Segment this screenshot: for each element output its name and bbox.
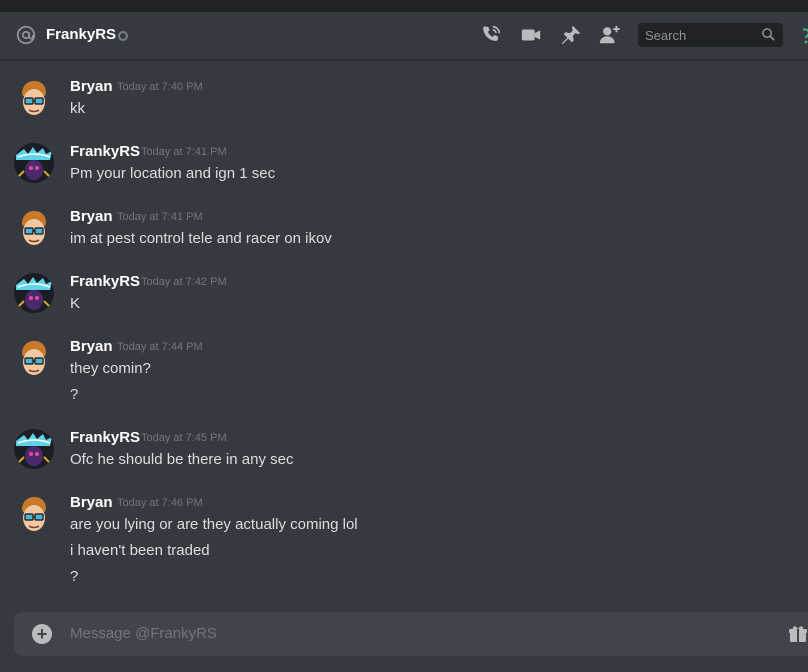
message-author[interactable]: FrankyRS (70, 143, 140, 160)
message-timestamp: Today at 7:42 PM (141, 276, 227, 288)
message-author[interactable]: Bryan (70, 208, 113, 225)
avatar-frankyrs[interactable] (14, 429, 54, 469)
message-text: K (70, 295, 81, 312)
video-camera-icon[interactable] (520, 24, 542, 46)
add-friend-icon[interactable] (599, 24, 621, 46)
avatar-bryan[interactable] (14, 338, 54, 378)
message-timestamp: Today at 7:45 PM (141, 432, 227, 444)
message-text: Pm your location and ign 1 sec (70, 165, 276, 182)
message-author[interactable]: Bryan (70, 78, 113, 95)
message-input-placeholder[interactable]: Message @FrankyRS (70, 625, 217, 642)
avatar-bryan[interactable] (14, 78, 54, 118)
avatar-frankyrs[interactable] (14, 273, 54, 313)
message-author[interactable]: FrankyRS (70, 273, 140, 290)
message-text: ? (70, 386, 79, 403)
help-icon[interactable] (800, 26, 808, 46)
window-top-strip (0, 0, 808, 12)
message-author[interactable]: Bryan (70, 494, 113, 511)
message-text: they comin? (70, 360, 151, 377)
pin-icon[interactable] (560, 24, 582, 46)
message-author[interactable]: FrankyRS (70, 429, 140, 446)
at-icon (16, 25, 36, 45)
message-text: are you lying or are they actually comin… (70, 516, 358, 533)
plus-circle-icon[interactable]: + (32, 624, 52, 644)
message-text: i haven't been traded (70, 542, 210, 559)
message-timestamp: Today at 7:46 PM (117, 497, 203, 509)
search-icon (762, 28, 775, 41)
message-timestamp: Today at 7:41 PM (141, 146, 227, 158)
search-box[interactable]: Search (638, 23, 783, 47)
status-dot-offline (118, 31, 128, 41)
search-placeholder: Search (645, 28, 687, 43)
message-text: kk (70, 100, 85, 117)
avatar-bryan[interactable] (14, 208, 54, 248)
phone-call-icon[interactable] (480, 24, 502, 46)
message-author[interactable]: Bryan (70, 338, 113, 355)
dm-username[interactable]: FrankyRS (46, 26, 116, 43)
channel-header: FrankyRS Search (0, 12, 808, 60)
message-timestamp: Today at 7:41 PM (117, 211, 203, 223)
message-timestamp: Today at 7:44 PM (117, 341, 203, 353)
message-text: im at pest control tele and racer on iko… (70, 230, 332, 247)
message-timestamp: Today at 7:40 PM (117, 81, 203, 93)
message-text: ? (70, 568, 79, 585)
gift-icon[interactable] (788, 624, 808, 644)
message-text: Ofc he should be there in any sec (70, 451, 294, 468)
message-composer[interactable]: + Message @FrankyRS (14, 612, 808, 656)
avatar-bryan[interactable] (14, 494, 54, 534)
avatar-frankyrs[interactable] (14, 143, 54, 183)
